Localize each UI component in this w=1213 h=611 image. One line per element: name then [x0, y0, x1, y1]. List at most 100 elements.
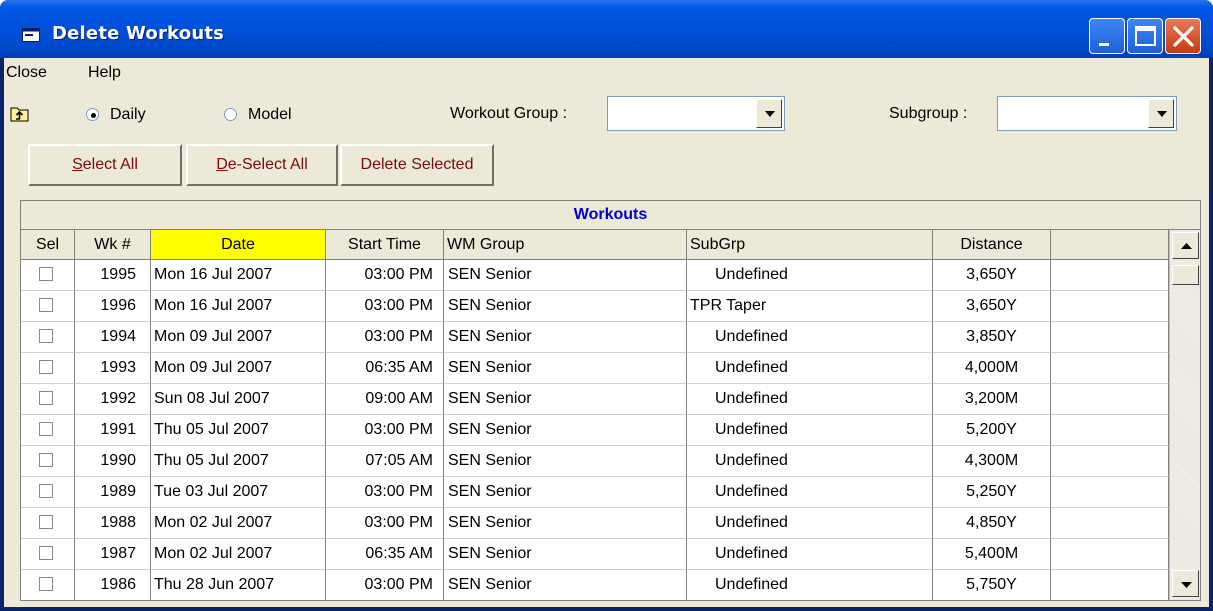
cell-date[interactable]: Tue 03 Jul 2007 [151, 477, 326, 508]
subgroup-combo[interactable] [997, 96, 1177, 131]
cell-group[interactable]: SEN Senior [444, 539, 687, 570]
cell-date[interactable]: Thu 28 Jun 2007 [151, 570, 326, 600]
cell-dist[interactable]: 3,200M [933, 384, 1051, 415]
cell-group[interactable]: SEN Senior [444, 322, 687, 353]
close-window-button[interactable] [1165, 18, 1201, 54]
deselect-all-button[interactable]: De-Select All [186, 144, 338, 186]
select-all-button[interactable]: Select All [28, 144, 182, 186]
select-checkbox[interactable] [39, 453, 53, 467]
cell-date[interactable]: Mon 02 Jul 2007 [151, 508, 326, 539]
cell-group[interactable]: SEN Senior [444, 415, 687, 446]
cell-time[interactable]: 06:35 AM [326, 539, 444, 570]
cell-subgrp[interactable]: Undefined [687, 477, 933, 508]
header-subgrp[interactable]: SubGrp [687, 230, 933, 260]
cell-time[interactable]: 03:00 PM [326, 508, 444, 539]
cell-group[interactable]: SEN Senior [444, 477, 687, 508]
cell-time[interactable]: 06:35 AM [326, 353, 444, 384]
cell-group[interactable]: SEN Senior [444, 260, 687, 291]
cell-group[interactable]: SEN Senior [444, 353, 687, 384]
minimize-button[interactable] [1089, 18, 1125, 54]
cell-wk[interactable]: 1986 [75, 570, 151, 600]
cell-dist[interactable]: 5,250Y [933, 477, 1051, 508]
vertical-scrollbar[interactable] [1169, 230, 1200, 600]
subgroup-dropdown-button[interactable] [1148, 99, 1174, 128]
cell-date[interactable]: Mon 16 Jul 2007 [151, 260, 326, 291]
cell-date[interactable]: Thu 05 Jul 2007 [151, 446, 326, 477]
cell-wk[interactable]: 1987 [75, 539, 151, 570]
scroll-down-button[interactable] [1172, 570, 1199, 597]
cell-subgrp[interactable]: Undefined [687, 415, 933, 446]
cell-subgrp[interactable]: Undefined [687, 322, 933, 353]
header-wk-num[interactable]: Wk # [75, 230, 151, 260]
cell-group[interactable]: SEN Senior [444, 291, 687, 322]
folder-up-icon[interactable] [10, 105, 30, 123]
cell-time[interactable]: 03:00 PM [326, 415, 444, 446]
cell-subgrp[interactable]: Undefined [687, 446, 933, 477]
cell-blank[interactable] [1051, 570, 1169, 600]
cell-blank[interactable] [1051, 477, 1169, 508]
cell-date[interactable]: Mon 16 Jul 2007 [151, 291, 326, 322]
cell-dist[interactable]: 4,300M [933, 446, 1051, 477]
select-checkbox[interactable] [39, 329, 53, 343]
cell-subgrp[interactable]: TPR Taper [687, 291, 933, 322]
cell-wk[interactable]: 1996 [75, 291, 151, 322]
select-checkbox[interactable] [39, 267, 53, 281]
cell-time[interactable]: 03:00 PM [326, 477, 444, 508]
select-checkbox[interactable] [39, 360, 53, 374]
cell-time[interactable]: 03:00 PM [326, 570, 444, 600]
cell-dist[interactable]: 5,750Y [933, 570, 1051, 600]
select-checkbox[interactable] [39, 546, 53, 560]
workout-group-dropdown-button[interactable] [756, 99, 782, 128]
cell-blank[interactable] [1051, 446, 1169, 477]
select-checkbox[interactable] [39, 577, 53, 591]
cell-wk[interactable]: 1994 [75, 322, 151, 353]
cell-subgrp[interactable]: Undefined [687, 384, 933, 415]
cell-group[interactable]: SEN Senior [444, 446, 687, 477]
cell-blank[interactable] [1051, 322, 1169, 353]
select-checkbox[interactable] [39, 298, 53, 312]
cell-time[interactable]: 03:00 PM [326, 260, 444, 291]
cell-dist[interactable]: 3,650Y [933, 260, 1051, 291]
cell-blank[interactable] [1051, 353, 1169, 384]
cell-wk[interactable]: 1989 [75, 477, 151, 508]
cell-dist[interactable]: 3,650Y [933, 291, 1051, 322]
select-checkbox[interactable] [39, 391, 53, 405]
cell-group[interactable]: SEN Senior [444, 508, 687, 539]
cell-wk[interactable]: 1988 [75, 508, 151, 539]
cell-time[interactable]: 07:05 AM [326, 446, 444, 477]
select-checkbox[interactable] [39, 484, 53, 498]
cell-date[interactable]: Mon 09 Jul 2007 [151, 353, 326, 384]
select-checkbox[interactable] [39, 422, 53, 436]
cell-wk[interactable]: 1991 [75, 415, 151, 446]
header-sel[interactable]: Sel [21, 230, 75, 260]
scroll-up-button[interactable] [1172, 232, 1199, 259]
cell-dist[interactable]: 3,850Y [933, 322, 1051, 353]
cell-wk[interactable]: 1990 [75, 446, 151, 477]
cell-blank[interactable] [1051, 539, 1169, 570]
cell-subgrp[interactable]: Undefined [687, 570, 933, 600]
cell-blank[interactable] [1051, 384, 1169, 415]
maximize-button[interactable] [1127, 18, 1163, 54]
cell-blank[interactable] [1051, 508, 1169, 539]
cell-subgrp[interactable]: Undefined [687, 353, 933, 384]
cell-subgrp[interactable]: Undefined [687, 508, 933, 539]
cell-date[interactable]: Sun 08 Jul 2007 [151, 384, 326, 415]
cell-wk[interactable]: 1993 [75, 353, 151, 384]
header-wm-group[interactable]: WM Group [444, 230, 687, 260]
cell-subgrp[interactable]: Undefined [687, 260, 933, 291]
cell-subgrp[interactable]: Undefined [687, 539, 933, 570]
cell-date[interactable]: Mon 02 Jul 2007 [151, 539, 326, 570]
cell-blank[interactable] [1051, 415, 1169, 446]
delete-selected-button[interactable]: Delete Selected [340, 144, 494, 186]
header-start-time[interactable]: Start Time [326, 230, 444, 260]
cell-time[interactable]: 03:00 PM [326, 291, 444, 322]
cell-wk[interactable]: 1995 [75, 260, 151, 291]
header-blank[interactable] [1051, 230, 1169, 260]
cell-dist[interactable]: 5,200Y [933, 415, 1051, 446]
header-distance[interactable]: Distance [933, 230, 1051, 260]
menu-close[interactable]: Close [6, 64, 47, 82]
cell-time[interactable]: 09:00 AM [326, 384, 444, 415]
cell-date[interactable]: Mon 09 Jul 2007 [151, 322, 326, 353]
cell-blank[interactable] [1051, 291, 1169, 322]
header-date[interactable]: Date [151, 230, 326, 260]
